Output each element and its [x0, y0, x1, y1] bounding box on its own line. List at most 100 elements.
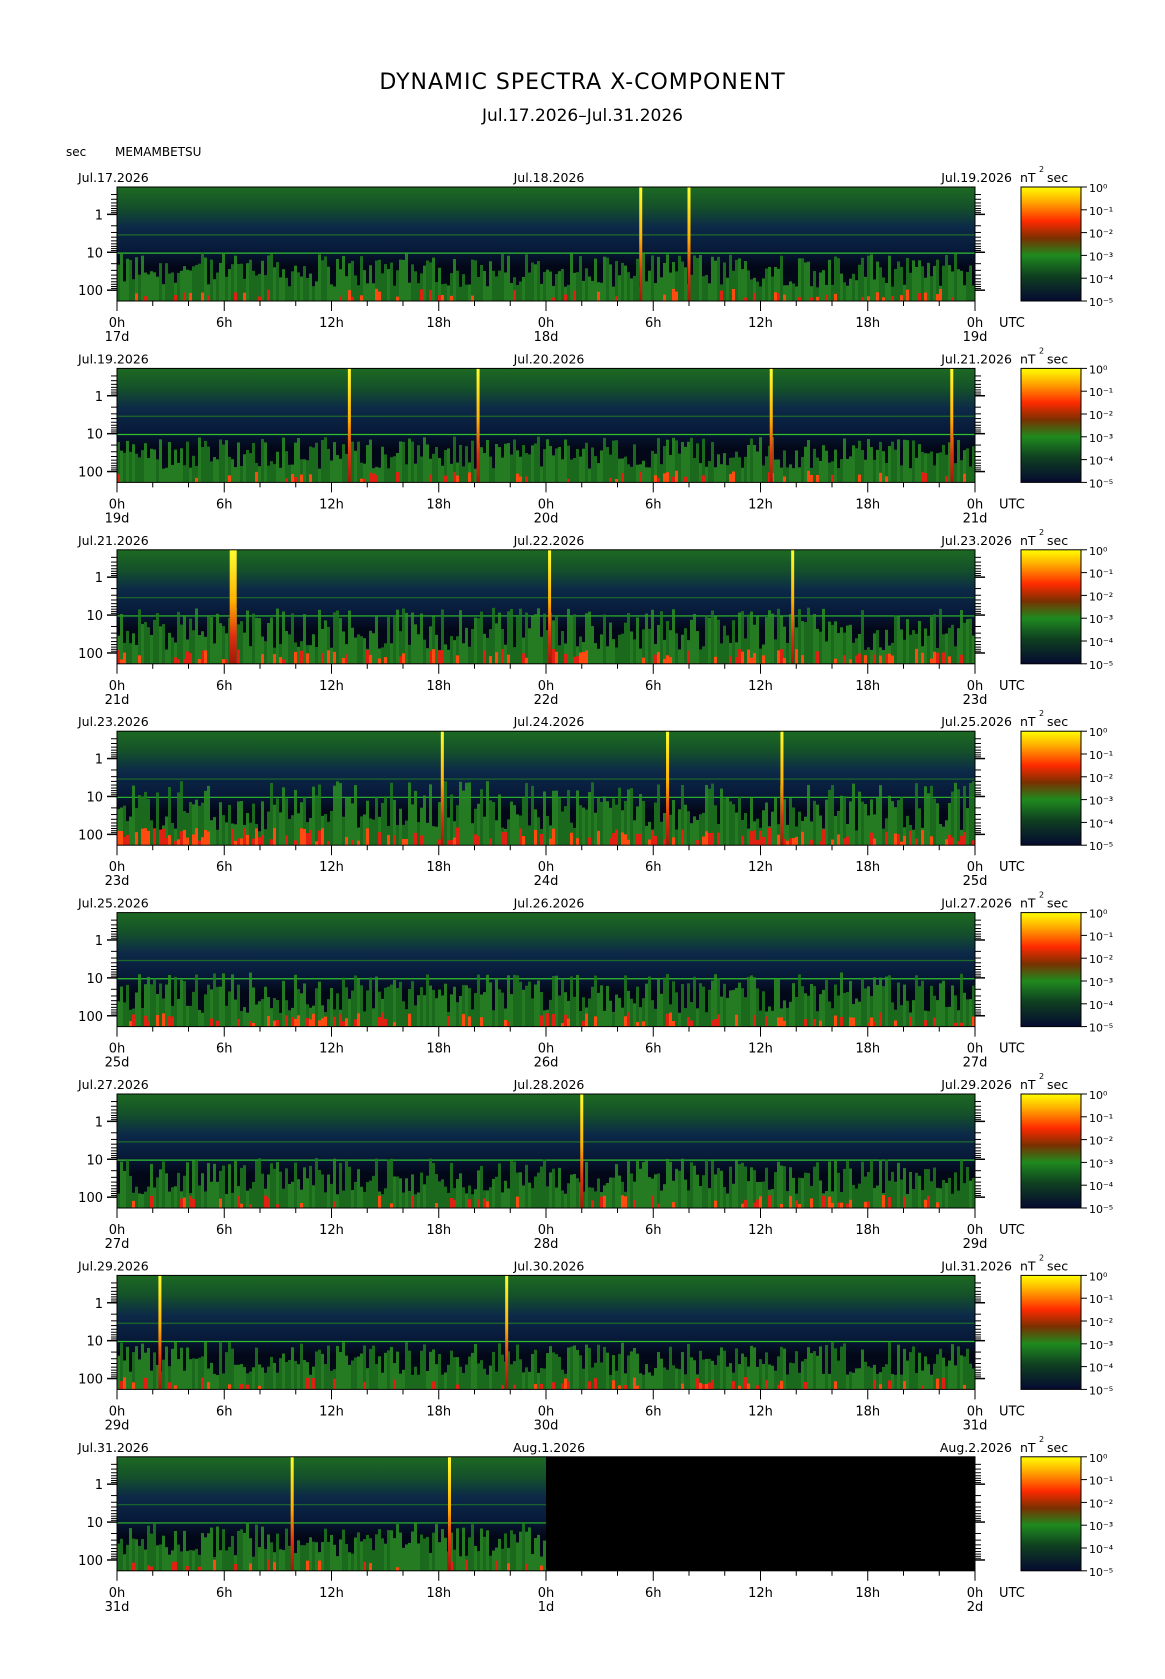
activity-bar [609, 1374, 612, 1390]
activity-bar [603, 614, 606, 664]
activity-bar [402, 259, 405, 301]
activity-bar [777, 459, 780, 483]
activity-bar [906, 1360, 909, 1390]
activity-bar [549, 271, 552, 301]
activity-bar [381, 1538, 384, 1571]
activity-bar [387, 986, 390, 1027]
activity-bar [324, 1192, 327, 1208]
activity-bar [186, 1005, 189, 1027]
activity-bar [588, 611, 591, 664]
activity-peak [309, 830, 312, 846]
x-tick-label: 0h [538, 1404, 555, 1419]
activity-bar [513, 1161, 516, 1208]
panel-end-date: Jul.23.2026 [940, 533, 1012, 548]
activity-peak [915, 648, 918, 664]
activity-bar [336, 1345, 339, 1390]
activity-peak [183, 1197, 186, 1208]
activity-bar [918, 620, 921, 664]
activity-peak [162, 828, 165, 846]
activity-bar [180, 1347, 183, 1390]
activity-bar [324, 256, 327, 301]
activity-bar [582, 807, 585, 846]
activity-bar [591, 626, 594, 664]
y-tick-label: 100 [78, 1554, 103, 1569]
activity-bar [945, 1366, 948, 1390]
colorbar-unit: nT [1020, 1440, 1036, 1455]
activity-bar [930, 785, 933, 846]
activity-peak [210, 1018, 213, 1027]
activity-bar [666, 254, 669, 301]
activity-peak [294, 476, 297, 483]
activity-bar [510, 283, 513, 301]
activity-bar [129, 1528, 132, 1571]
activity-bar [129, 1371, 132, 1390]
activity-peak [831, 1202, 834, 1208]
activity-peak [318, 1020, 321, 1027]
activity-bar [417, 445, 420, 483]
colorbar-label: 10⁻³ [1089, 1339, 1113, 1352]
activity-bar [504, 1533, 507, 1571]
activity-bar [933, 465, 936, 483]
activity-peak [834, 658, 837, 664]
activity-bar [390, 457, 393, 483]
x-tick-label: 18h [855, 1042, 880, 1057]
activity-peak [453, 1199, 456, 1208]
activity-peak [123, 837, 126, 846]
activity-bar [426, 1370, 429, 1390]
activity-bar [363, 814, 366, 846]
activity-peak [339, 296, 342, 301]
activity-peak [885, 831, 888, 846]
activity-bar [459, 995, 462, 1027]
activity-bar [342, 444, 345, 483]
activity-peak [813, 1018, 816, 1027]
activity-bar [417, 1543, 420, 1571]
activity-bar [792, 983, 795, 1027]
activity-bar [948, 265, 951, 301]
activity-bar [369, 265, 372, 301]
activity-bar [543, 272, 546, 301]
activity-bar [900, 797, 903, 846]
activity-bar [129, 451, 132, 483]
activity-bar [564, 1193, 567, 1208]
activity-peak [189, 653, 192, 664]
activity-bar [426, 822, 429, 846]
activity-bar [435, 998, 438, 1027]
activity-bar [915, 1172, 918, 1208]
panel-mid-date: Jul.24.2026 [513, 714, 585, 729]
activity-bar [675, 1368, 678, 1390]
activity-bar [603, 256, 606, 301]
activity-peak [744, 1377, 747, 1390]
activity-bar [711, 1160, 714, 1208]
colorbar-unit: nT [1020, 896, 1036, 911]
activity-bar [591, 986, 594, 1027]
activity-bar [756, 281, 759, 301]
activity-peak [312, 1013, 315, 1027]
activity-bar [927, 453, 930, 483]
activity-peak [651, 830, 654, 846]
activity-bar [819, 631, 822, 664]
activity-bar [648, 1177, 651, 1208]
activity-peak [948, 656, 951, 664]
activity-bar [768, 1006, 771, 1027]
activity-bar [366, 1368, 369, 1390]
activity-bar [621, 1007, 624, 1027]
activity-bar [258, 1158, 261, 1208]
activity-bar [336, 781, 339, 846]
panel-end-date: Jul.21.2026 [940, 351, 1012, 366]
activity-bar [780, 255, 783, 301]
day-label: 23d [105, 874, 130, 889]
activity-bar [399, 808, 402, 846]
activity-bar [864, 276, 867, 301]
x-tick-label: 12h [748, 316, 773, 331]
activity-bar [153, 619, 156, 664]
activity-bar [597, 648, 600, 664]
activity-peak [708, 1382, 711, 1390]
activity-bar [357, 1356, 360, 1390]
x-tick-label: 12h [748, 1586, 773, 1601]
activity-bar [894, 1374, 897, 1390]
activity-bar [177, 1359, 180, 1390]
activity-peak [135, 293, 138, 301]
activity-bar [573, 457, 576, 483]
activity-peak [453, 837, 456, 846]
activity-bar [354, 450, 357, 483]
